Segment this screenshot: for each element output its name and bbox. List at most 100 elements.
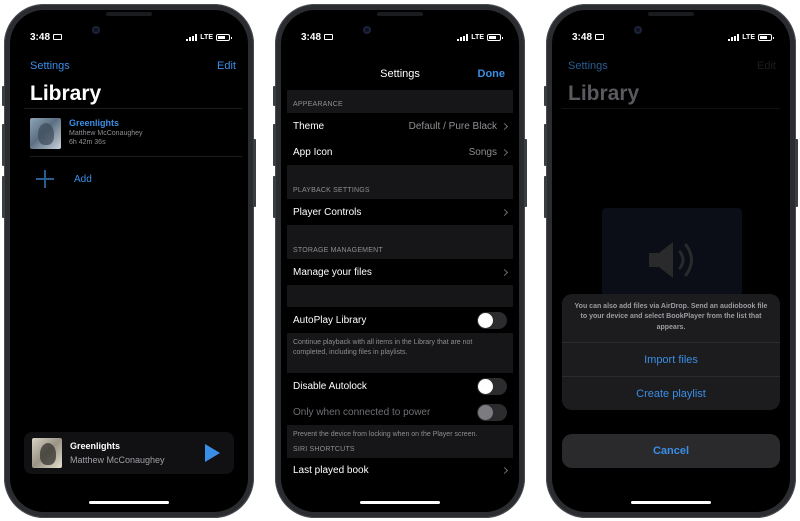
mini-player-cover [32, 438, 62, 468]
plus-icon [36, 170, 54, 188]
sleep-icon [53, 34, 63, 40]
network-label: LTE [471, 33, 484, 41]
autolock-label: Disable Autolock [293, 380, 367, 392]
divider [24, 108, 242, 109]
autoplay-label: AutoPlay Library [293, 314, 367, 326]
status-bar: 3:48 LTE [572, 30, 774, 44]
phone-settings: 3:48 LTE Settings Done APPEARANCE Theme … [273, 4, 527, 518]
speaker [377, 12, 423, 16]
add-label: Add [74, 173, 92, 185]
player-controls-label: Player Controls [293, 206, 362, 218]
home-indicator[interactable] [89, 501, 169, 504]
status-time: 3:48 [301, 31, 322, 43]
chevron-right-icon [500, 268, 509, 276]
app-icon-row[interactable]: App Icon Songs [287, 139, 513, 165]
last-played-label: Last played book [293, 465, 369, 477]
action-sheet: You can also add files via AirDrop. Send… [562, 293, 780, 410]
chevron-right-icon [500, 467, 509, 475]
app-icon-label: App Icon [293, 146, 333, 158]
book-author: Matthew McConaughey [69, 130, 143, 137]
volume-up-button [544, 124, 547, 166]
status-bar: 3:48 LTE [30, 30, 232, 44]
edit-button[interactable]: Edit [757, 60, 776, 72]
screen: 3:48 LTE Settings Done APPEARANCE Theme … [281, 10, 519, 512]
side-button [2, 86, 5, 106]
screen: 3:48 LTE Settings Edit Library Greenligh… [10, 10, 248, 512]
status-bar: 3:48 LTE [301, 30, 503, 44]
section-header-storage: STORAGE MANAGEMENT [287, 225, 513, 259]
home-indicator[interactable] [360, 501, 440, 504]
volume-down-button [273, 176, 276, 218]
import-files-button[interactable]: Import files [562, 342, 780, 376]
page-title: Library [30, 82, 102, 105]
signal-icon [457, 33, 469, 41]
done-button[interactable]: Done [478, 68, 506, 80]
battery-icon [758, 33, 774, 41]
power-button [524, 139, 527, 207]
screen: 3:48 LTE Settings Edit Library You can a… [552, 10, 790, 512]
home-indicator[interactable] [631, 501, 711, 504]
power-only-row: Only when connected to power [287, 399, 513, 425]
volume-up-button [273, 124, 276, 166]
settings-link[interactable]: Settings [568, 60, 608, 72]
speaker [648, 12, 694, 16]
power-button [253, 139, 256, 207]
play-icon[interactable] [205, 444, 220, 462]
status-time: 3:48 [30, 31, 51, 43]
book-cover [30, 118, 61, 149]
network-label: LTE [742, 33, 755, 41]
app-icon-value: Songs [468, 146, 497, 158]
chevron-right-icon [500, 122, 509, 130]
volume-down-button [2, 176, 5, 218]
chevron-right-icon [500, 148, 509, 156]
section-header-siri: SIRI SHORTCUTS [287, 441, 513, 458]
mini-player[interactable]: Greenlights Matthew McConaughey [24, 432, 234, 474]
battery-icon [487, 33, 503, 41]
edit-button[interactable]: Edit [217, 60, 236, 72]
theme-value: Default / Pure Black [408, 120, 497, 132]
theme-row[interactable]: Theme Default / Pure Black [287, 113, 513, 139]
action-sheet-message: You can also add files via AirDrop. Send… [574, 302, 768, 331]
settings-list: APPEARANCE Theme Default / Pure Black Ap… [287, 90, 513, 484]
player-controls-row[interactable]: Player Controls [287, 199, 513, 225]
create-playlist-button[interactable]: Create playlist [562, 376, 780, 410]
status-time: 3:48 [572, 31, 593, 43]
section-header-playback: PLAYBACK SETTINGS [287, 165, 513, 199]
autolock-toggle[interactable] [477, 377, 507, 395]
list-item-book[interactable]: Greenlights Matthew McConaughey 6h 42m 3… [30, 118, 143, 149]
divider [562, 108, 780, 109]
book-title: Greenlights [69, 118, 120, 128]
book-duration: 6h 42m 36s [69, 139, 106, 146]
volume-up-button [2, 124, 5, 166]
autolock-note: Prevent the device from locking when on … [287, 425, 513, 442]
mini-player-author: Matthew McConaughey [70, 455, 165, 465]
power-only-toggle[interactable] [477, 403, 507, 421]
add-button[interactable]: Add [36, 170, 92, 188]
manage-files-row[interactable]: Manage your files [287, 259, 513, 285]
divider [30, 156, 242, 157]
autolock-row: Disable Autolock [287, 373, 513, 399]
power-button [795, 139, 798, 207]
theme-label: Theme [293, 120, 325, 132]
section-gap [287, 285, 513, 307]
last-played-row[interactable]: Last played book [287, 457, 513, 484]
autoplay-note: Continue playback with all items in the … [287, 333, 513, 373]
speaker-icon [649, 242, 693, 278]
chevron-right-icon [500, 208, 509, 216]
autoplay-row: AutoPlay Library [287, 307, 513, 333]
signal-icon [186, 33, 198, 41]
section-header-appearance: APPEARANCE [287, 90, 513, 113]
manage-files-label: Manage your files [293, 266, 372, 278]
network-label: LTE [200, 33, 213, 41]
volume-down-button [544, 176, 547, 218]
page-title: Library [568, 82, 640, 105]
mini-player-title: Greenlights [70, 441, 121, 451]
autoplay-toggle[interactable] [477, 311, 507, 329]
phone-library: 3:48 LTE Settings Edit Library Greenligh… [2, 4, 256, 518]
speaker [106, 12, 152, 16]
power-only-label: Only when connected to power [293, 406, 431, 418]
settings-link[interactable]: Settings [30, 60, 70, 72]
side-button [544, 86, 547, 106]
sleep-icon [595, 34, 605, 40]
cancel-button[interactable]: Cancel [562, 434, 780, 468]
